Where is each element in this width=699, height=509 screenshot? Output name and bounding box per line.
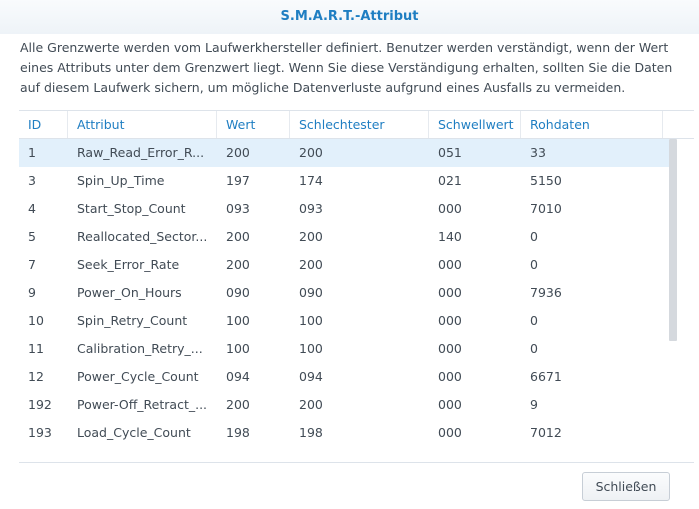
cell-value: 200: [226, 145, 250, 160]
table-row[interactable]: 4 Start_Stop_Count 093 093 000 7010: [19, 195, 669, 223]
table-row[interactable]: 193 Load_Cycle_Count 198 198 000 7012: [19, 419, 669, 447]
cell-threshold: 000: [438, 285, 462, 300]
scrollbar-thumb[interactable]: [669, 139, 677, 341]
cell-value: 200: [226, 229, 250, 244]
cell-id: 192: [28, 397, 52, 412]
table-row[interactable]: 5 Reallocated_Sector... 200 200 140 0: [19, 223, 669, 251]
cell-attribute: Start_Stop_Count: [77, 201, 186, 216]
cell-id: 7: [28, 257, 36, 272]
cell-id: 10: [28, 313, 44, 328]
cell-worst: 100: [299, 313, 323, 328]
column-header-raw-data[interactable]: Rohdaten: [521, 111, 663, 138]
cell-value: 100: [226, 341, 250, 356]
column-header-value[interactable]: Wert: [217, 111, 290, 138]
column-header-filler: [663, 111, 694, 138]
cell-id: 12: [28, 369, 44, 384]
cell-threshold: 000: [438, 341, 462, 356]
column-header-attribute[interactable]: Attribut: [68, 111, 217, 138]
cell-threshold: 000: [438, 313, 462, 328]
cell-raw-data: 33: [530, 145, 546, 160]
cell-attribute: Power_On_Hours: [77, 285, 182, 300]
cell-raw-data: 0: [530, 257, 538, 272]
cell-id: 5: [28, 229, 36, 244]
cell-value: 198: [226, 425, 250, 440]
column-header-worst[interactable]: Schlechtester: [290, 111, 429, 138]
cell-worst: 100: [299, 341, 323, 356]
cell-worst: 200: [299, 257, 323, 272]
cell-threshold: 000: [438, 397, 462, 412]
dialog-description: Alle Grenzwerte werden vom Laufwerkherst…: [20, 40, 673, 95]
cell-value: 197: [226, 173, 250, 188]
cell-threshold: 051: [438, 145, 462, 160]
cell-attribute: Reallocated_Sector...: [77, 229, 208, 244]
cell-threshold: 000: [438, 257, 462, 272]
cell-worst: 093: [299, 201, 323, 216]
close-button[interactable]: Schließen: [582, 472, 670, 501]
cell-value: 200: [226, 257, 250, 272]
cell-id: 193: [28, 425, 52, 440]
table-row[interactable]: 10 Spin_Retry_Count 100 100 000 0: [19, 307, 669, 335]
table-body: 1 Raw_Read_Error_R... 200 200 051 33 3 Spin_Up_…: [19, 139, 669, 447]
cell-threshold: 140: [438, 229, 462, 244]
table-row[interactable]: 3 Spin_Up_Time 197 174 021 5150: [19, 167, 669, 195]
table-header: ID Attribut Wert Schlechtester Schwellwe…: [19, 111, 694, 139]
cell-attribute: Spin_Retry_Count: [77, 313, 188, 328]
table-row[interactable]: 11 Calibration_Retry_... 100 100 000 0: [19, 335, 669, 363]
cell-worst: 090: [299, 285, 323, 300]
cell-worst: 198: [299, 425, 323, 440]
smart-attributes-table: ID Attribut Wert Schlechtester Schwellwe…: [19, 110, 694, 463]
cell-value: 100: [226, 313, 250, 328]
cell-attribute: Power_Cycle_Count: [77, 369, 199, 384]
cell-id: 3: [28, 173, 36, 188]
cell-raw-data: 0: [530, 341, 538, 356]
cell-value: 200: [226, 397, 250, 412]
column-header-threshold[interactable]: Schwellwert: [429, 111, 521, 138]
table-row[interactable]: 9 Power_On_Hours 090 090 000 7936: [19, 279, 669, 307]
cell-raw-data: 9: [530, 397, 538, 412]
cell-attribute: Raw_Read_Error_R...: [77, 145, 205, 160]
cell-raw-data: 6671: [530, 369, 562, 384]
cell-threshold: 000: [438, 369, 462, 384]
table-row[interactable]: 1 Raw_Read_Error_R... 200 200 051 33: [19, 139, 669, 167]
table-row[interactable]: 12 Power_Cycle_Count 094 094 000 6671: [19, 363, 669, 391]
cell-raw-data: 7936: [530, 285, 562, 300]
cell-value: 090: [226, 285, 250, 300]
cell-value: 094: [226, 369, 250, 384]
cell-threshold: 000: [438, 425, 462, 440]
cell-raw-data: 0: [530, 229, 538, 244]
cell-attribute: Seek_Error_Rate: [77, 257, 180, 272]
cell-id: 4: [28, 201, 36, 216]
cell-threshold: 000: [438, 201, 462, 216]
cell-id: 1: [28, 145, 36, 160]
cell-raw-data: 7010: [530, 201, 562, 216]
cell-id: 9: [28, 285, 36, 300]
dialog-title: S.M.A.R.T.-Attribut: [0, 0, 699, 34]
cell-worst: 200: [299, 229, 323, 244]
cell-raw-data: 0: [530, 313, 538, 328]
cell-attribute: Load_Cycle_Count: [77, 425, 191, 440]
cell-attribute: Calibration_Retry_...: [77, 341, 203, 356]
cell-attribute: Spin_Up_Time: [77, 173, 165, 188]
cell-worst: 094: [299, 369, 323, 384]
cell-threshold: 021: [438, 173, 462, 188]
table-row[interactable]: 192 Power-Off_Retract_... 200 200 000 9: [19, 391, 669, 419]
cell-worst: 200: [299, 145, 323, 160]
cell-worst: 174: [299, 173, 323, 188]
smart-attribute-dialog: S.M.A.R.T.-Attribut Alle Grenzwerte werd…: [0, 0, 699, 509]
cell-worst: 200: [299, 397, 323, 412]
table-row[interactable]: 7 Seek_Error_Rate 200 200 000 0: [19, 251, 669, 279]
cell-id: 11: [28, 341, 44, 356]
cell-value: 093: [226, 201, 250, 216]
cell-raw-data: 7012: [530, 425, 562, 440]
cell-attribute: Power-Off_Retract_...: [77, 397, 208, 412]
cell-raw-data: 5150: [530, 173, 562, 188]
column-header-id[interactable]: ID: [19, 111, 68, 138]
